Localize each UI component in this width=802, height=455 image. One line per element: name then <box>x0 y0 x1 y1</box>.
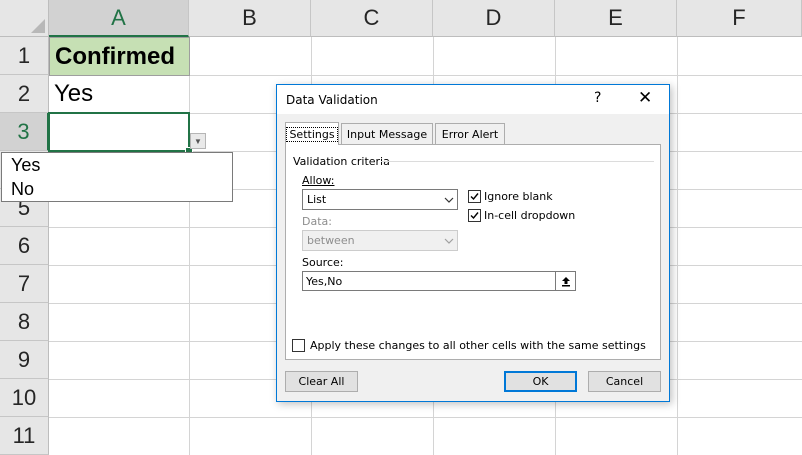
allow-label-text: Allow: <box>302 174 335 187</box>
column-header-e[interactable]: E <box>555 0 677 37</box>
gridline <box>49 417 802 418</box>
gridline <box>189 37 190 455</box>
row-header-3[interactable]: 3 <box>0 113 49 151</box>
cell-a3-active[interactable] <box>48 112 190 152</box>
allow-select-value: List <box>307 193 327 206</box>
column-header-c[interactable]: C <box>311 0 433 37</box>
select-all-corner[interactable] <box>0 0 49 37</box>
column-header-b[interactable]: B <box>189 0 311 37</box>
column-header-d[interactable]: D <box>433 0 555 37</box>
tab-label: Error Alert <box>441 127 499 141</box>
column-header-f[interactable]: F <box>677 0 802 37</box>
in-cell-dropdown-label[interactable]: In-cell dropdown <box>484 209 575 222</box>
row-header-1[interactable]: 1 <box>0 37 49 75</box>
tab-settings[interactable]: Settings <box>285 122 339 145</box>
dialog-title: Data Validation <box>286 93 378 107</box>
cell-a2[interactable]: Yes <box>49 75 189 113</box>
cell-dropdown-button[interactable]: ▼ <box>190 133 206 149</box>
row-header-8[interactable]: 8 <box>0 303 49 341</box>
gridline <box>677 37 678 455</box>
data-select: between <box>302 230 458 251</box>
select-all-triangle-icon <box>31 19 45 33</box>
group-divider <box>381 161 654 162</box>
tab-input-message[interactable]: Input Message <box>341 123 433 144</box>
data-validation-dialog: Data Validation ? ✕ Settings Input Messa… <box>276 84 670 402</box>
column-header-a[interactable]: A <box>49 0 189 37</box>
tab-label: Settings <box>286 126 338 142</box>
in-cell-dropdown-checkbox[interactable] <box>468 209 481 222</box>
ok-button[interactable]: OK <box>504 371 577 392</box>
settings-panel: Validation criteria Allow: List Data: be… <box>285 144 661 360</box>
row-header-11[interactable]: 11 <box>0 417 49 455</box>
clear-all-button[interactable]: Clear All <box>285 371 358 392</box>
dropdown-option-yes[interactable]: Yes <box>2 153 232 177</box>
data-select-value: between <box>307 234 355 247</box>
apply-all-label[interactable]: Apply these changes to all other cells w… <box>310 339 646 352</box>
chevron-down-icon <box>440 231 457 250</box>
dialog-title-bar[interactable]: Data Validation ? ✕ <box>277 85 669 114</box>
data-label: Data: <box>302 215 332 228</box>
source-label: Source: <box>302 256 344 269</box>
chevron-down-icon <box>440 190 457 209</box>
tab-label: Input Message <box>346 127 428 141</box>
upload-arrow-icon <box>561 276 570 286</box>
source-input[interactable]: Yes,No <box>302 271 576 291</box>
dropdown-arrow-icon: ▼ <box>194 136 202 146</box>
ignore-blank-checkbox[interactable] <box>468 190 481 203</box>
cell-a1[interactable]: Confirmed <box>49 37 190 76</box>
tab-error-alert[interactable]: Error Alert <box>435 123 505 144</box>
row-header-7[interactable]: 7 <box>0 265 49 303</box>
checkmark-icon <box>470 193 479 201</box>
allow-label: Allow: <box>302 174 334 187</box>
criteria-group-label: Validation criteria <box>293 155 390 168</box>
cancel-button[interactable]: Cancel <box>588 371 661 392</box>
row-header-10[interactable]: 10 <box>0 379 49 417</box>
row-header-2[interactable]: 2 <box>0 75 49 113</box>
close-icon[interactable]: ✕ <box>638 88 652 108</box>
allow-select[interactable]: List <box>302 189 458 210</box>
source-input-value: Yes,No <box>306 275 343 288</box>
range-select-button[interactable] <box>555 272 575 290</box>
help-icon[interactable]: ? <box>594 90 601 106</box>
row-header-9[interactable]: 9 <box>0 341 49 379</box>
row-header-6[interactable]: 6 <box>0 227 49 265</box>
cell-dropdown-list: Yes No <box>1 152 233 202</box>
checkmark-icon <box>470 212 479 220</box>
ignore-blank-label[interactable]: Ignore blank <box>484 190 553 203</box>
apply-all-checkbox[interactable] <box>292 339 305 352</box>
dropdown-option-no[interactable]: No <box>2 177 232 201</box>
